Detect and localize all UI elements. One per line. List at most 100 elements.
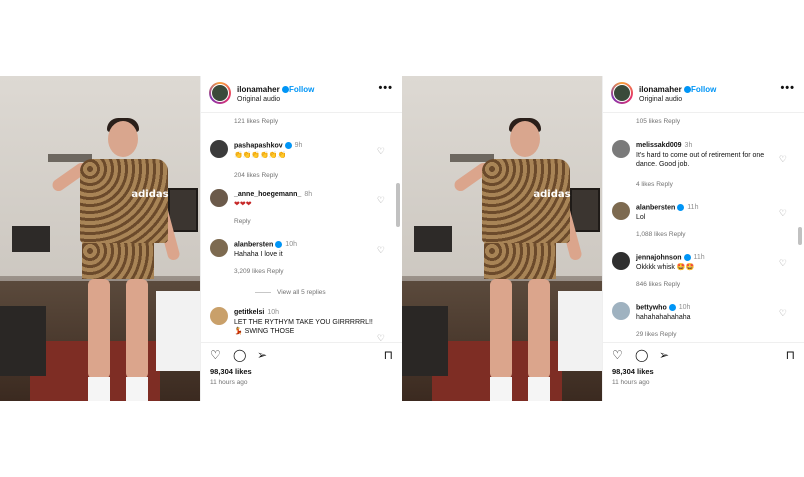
- more-icon[interactable]: •••: [780, 82, 795, 94]
- share-icon[interactable]: ➢: [257, 349, 267, 361]
- comment-list[interactable]: 121 likes Reply pashapashkov 9h 👏👏👏👏👏👏 20…: [201, 112, 403, 341]
- heart-icon[interactable]: ♡: [779, 154, 787, 165]
- post-header: ilonamaher Follow Original audio •••: [201, 76, 403, 112]
- post-username[interactable]: ilonamaher: [639, 85, 691, 94]
- video-player[interactable]: adidas: [0, 76, 200, 401]
- comment-meta: 3,209 likes Reply: [234, 268, 284, 275]
- commenter-avatar[interactable]: [612, 252, 630, 270]
- heart-icon[interactable]: ♡: [779, 308, 787, 319]
- action-bar: ♡ ◯ ➢ ⊓: [603, 342, 804, 363]
- commenter-avatar[interactable]: [210, 189, 228, 207]
- dancer-leg: [88, 279, 110, 379]
- comment-text: 👏👏👏👏👏👏: [234, 152, 287, 159]
- dancer-sock: [490, 377, 512, 401]
- commenter-name[interactable]: pashapashkov 9h: [234, 142, 302, 149]
- audio-label[interactable]: Original audio: [639, 96, 682, 103]
- comment-text: hahahahahahaha: [636, 314, 691, 321]
- video-chair: [402, 306, 448, 376]
- video-player[interactable]: adidas: [402, 76, 602, 401]
- video-tv: [414, 226, 452, 252]
- commenter-name[interactable]: alanbersten 10h: [234, 241, 297, 248]
- dancer-leg: [126, 279, 148, 379]
- commenter-avatar[interactable]: [612, 202, 630, 220]
- dancer-leg: [490, 279, 512, 379]
- dancer-sock: [126, 377, 148, 401]
- comment-meta: 105 likes Reply: [636, 118, 681, 125]
- heart-icon[interactable]: ♡: [377, 195, 385, 206]
- heart-icon[interactable]: ♡: [377, 333, 385, 341]
- commenter-username: alanbersten: [234, 241, 274, 249]
- comment-meta: 204 likes Reply: [234, 172, 279, 179]
- share-icon[interactable]: ➢: [659, 349, 669, 361]
- comment-meta: 1,088 likes Reply: [636, 231, 686, 238]
- comment-meta: 29 likes Reply: [636, 331, 677, 338]
- avatar[interactable]: [611, 82, 633, 104]
- commenter-name[interactable]: _anne_hoegemann_ 8h: [234, 191, 312, 198]
- more-icon[interactable]: •••: [378, 82, 393, 94]
- like-count[interactable]: 98,304 likes: [210, 367, 252, 376]
- dancer-shirt: adidas: [80, 159, 169, 243]
- username-text: ilonamaher: [237, 85, 280, 94]
- post-panel-right: adidas ilonamaher Follow Original audio …: [402, 76, 804, 401]
- follow-button[interactable]: Follow: [691, 85, 716, 94]
- username-text: ilonamaher: [639, 85, 682, 94]
- comment-list[interactable]: 105 likes Reply melissakd009 3h It's hard…: [603, 112, 804, 341]
- comment-time: 10h: [267, 309, 280, 316]
- dancer-sock: [88, 377, 110, 401]
- avatar[interactable]: [209, 82, 231, 104]
- post-sidebar: ilonamaher Follow Original audio ••• 105…: [602, 76, 804, 401]
- commenter-avatar[interactable]: [210, 307, 228, 325]
- commenter-avatar[interactable]: [210, 140, 228, 158]
- heart-icon[interactable]: ♡: [779, 258, 787, 269]
- commenter-username: _anne_hoegemann_: [234, 191, 302, 198]
- shirt-text: adidas: [533, 189, 571, 200]
- video-bed: [558, 291, 602, 371]
- audio-label[interactable]: Original audio: [237, 96, 280, 103]
- verified-icon: [668, 304, 676, 311]
- verified-icon: [677, 204, 685, 211]
- dancer-head: [510, 121, 540, 157]
- heart-icon[interactable]: ♡: [377, 146, 385, 157]
- commenter-name[interactable]: jennajohnson 11h: [636, 254, 705, 261]
- scrollbar[interactable]: [396, 183, 400, 227]
- bookmark-icon[interactable]: ⊓: [384, 349, 393, 361]
- verified-icon: [284, 142, 292, 149]
- commenter-name[interactable]: bettywho 10h: [636, 304, 690, 311]
- commenter-name[interactable]: getitkelsi 10h: [234, 309, 279, 316]
- video-chair: [0, 306, 46, 376]
- comment-meta: 121 likes Reply: [234, 118, 279, 125]
- commenter-username: pashapashkov: [234, 142, 283, 150]
- commenter-name[interactable]: alanbersten 11h: [636, 204, 698, 211]
- avatar-image: [211, 84, 229, 102]
- comment-icon[interactable]: ◯: [635, 349, 648, 361]
- commenter-avatar[interactable]: [612, 302, 630, 320]
- verified-icon: [683, 86, 691, 94]
- heart-icon[interactable]: ♡: [779, 208, 787, 219]
- comment-icon[interactable]: ◯: [233, 349, 246, 361]
- follow-button[interactable]: Follow: [289, 85, 314, 94]
- timestamp: 11 hours ago: [612, 379, 650, 386]
- post-panel-left: adidas ilonamaher Follow Original audio …: [0, 76, 403, 401]
- comment-time: 11h: [687, 204, 699, 212]
- comment-text: LET THE RYTHYM TAKE YOU GIRRRRRL!! 💃 SWI…: [234, 319, 373, 335]
- action-bar: ♡ ◯ ➢ ⊓: [201, 342, 403, 363]
- dancer-shorts: [82, 243, 154, 279]
- comment-meta: 846 likes Reply: [636, 281, 681, 288]
- comment-time: 3h: [684, 142, 693, 149]
- commenter-username: melissakd009: [636, 142, 682, 149]
- bookmark-icon[interactable]: ⊓: [786, 349, 795, 361]
- comment-meta: Reply: [234, 218, 251, 225]
- dancer-head: [108, 121, 138, 157]
- heart-icon[interactable]: ♡: [210, 349, 221, 361]
- view-replies-button[interactable]: View all 5 replies: [255, 289, 326, 296]
- heart-icon[interactable]: ♡: [612, 349, 623, 361]
- like-count[interactable]: 98,304 likes: [612, 367, 654, 376]
- commenter-avatar[interactable]: [612, 140, 630, 158]
- post-username[interactable]: ilonamaher: [237, 85, 289, 94]
- commenter-name[interactable]: melissakd009 3h: [636, 142, 692, 149]
- commenter-avatar[interactable]: [210, 239, 228, 257]
- heart-icon[interactable]: ♡: [377, 245, 385, 256]
- verified-icon: [683, 254, 691, 261]
- commenter-username: getitkelsi: [234, 309, 265, 316]
- scrollbar[interactable]: [798, 227, 802, 245]
